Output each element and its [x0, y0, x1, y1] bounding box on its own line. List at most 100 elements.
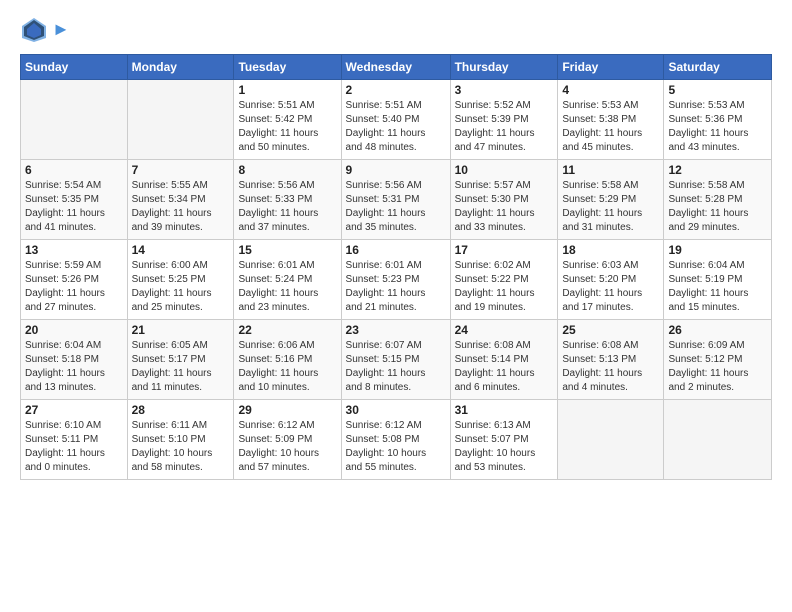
day-header-tuesday: Tuesday [234, 55, 341, 80]
calendar-week-1: 1 Sunrise: 5:51 AM Sunset: 5:42 PM Daylig… [21, 80, 772, 160]
day-detail: Sunrise: 6:08 AM Sunset: 5:13 PM Dayligh… [562, 339, 659, 395]
day-number: 4 [562, 83, 659, 97]
day-number: 20 [25, 323, 123, 337]
calendar-week-2: 6 Sunrise: 5:54 AM Sunset: 5:35 PM Daylig… [21, 160, 772, 240]
day-number: 14 [132, 243, 230, 257]
day-detail: Sunrise: 6:08 AM Sunset: 5:14 PM Dayligh… [455, 339, 554, 395]
calendar-cell: 13 Sunrise: 5:59 AM Sunset: 5:26 PM Dayli… [21, 240, 128, 320]
day-detail: Sunrise: 5:54 AM Sunset: 5:35 PM Dayligh… [25, 179, 123, 235]
day-detail: Sunrise: 6:06 AM Sunset: 5:16 PM Dayligh… [238, 339, 336, 395]
calendar-cell: 25 Sunrise: 6:08 AM Sunset: 5:13 PM Dayli… [558, 320, 664, 400]
calendar-cell: 20Sunrise: 6:04 AM Sunset: 5:18 PM Dayli… [21, 320, 128, 400]
logo-text: ► [52, 20, 70, 40]
day-number: 18 [562, 243, 659, 257]
day-detail: Sunrise: 6:11 AM Sunset: 5:10 PM Dayligh… [132, 419, 230, 475]
day-detail: Sunrise: 5:58 AM Sunset: 5:28 PM Dayligh… [668, 179, 767, 235]
day-number: 24 [455, 323, 554, 337]
calendar-cell: 26Sunrise: 6:09 AM Sunset: 5:12 PM Dayli… [664, 320, 772, 400]
calendar-cell: 8 Sunrise: 5:56 AM Sunset: 5:33 PM Daylig… [234, 160, 341, 240]
day-detail: Sunrise: 6:12 AM Sunset: 5:08 PM Dayligh… [346, 419, 446, 475]
day-number: 2 [346, 83, 446, 97]
day-number: 21 [132, 323, 230, 337]
day-number: 29 [238, 403, 336, 417]
day-number: 16 [346, 243, 446, 257]
calendar-cell: 5 Sunrise: 5:53 AM Sunset: 5:36 PM Daylig… [664, 80, 772, 160]
day-detail: Sunrise: 5:52 AM Sunset: 5:39 PM Dayligh… [455, 99, 554, 155]
calendar-cell [664, 400, 772, 480]
day-number: 8 [238, 163, 336, 177]
calendar-cell [21, 80, 128, 160]
day-number: 27 [25, 403, 123, 417]
calendar-cell: 4 Sunrise: 5:53 AM Sunset: 5:38 PM Daylig… [558, 80, 664, 160]
logo-blue-dot: ► [52, 19, 70, 39]
calendar-cell: 19Sunrise: 6:04 AM Sunset: 5:19 PM Dayli… [664, 240, 772, 320]
day-detail: Sunrise: 5:56 AM Sunset: 5:31 PM Dayligh… [346, 179, 446, 235]
day-number: 9 [346, 163, 446, 177]
day-number: 28 [132, 403, 230, 417]
day-detail: Sunrise: 6:13 AM Sunset: 5:07 PM Dayligh… [455, 419, 554, 475]
calendar: SundayMondayTuesdayWednesdayThursdayFrid… [20, 54, 772, 480]
calendar-cell: 31 Sunrise: 6:13 AM Sunset: 5:07 PM Dayli… [450, 400, 558, 480]
day-header-thursday: Thursday [450, 55, 558, 80]
calendar-cell: 27 Sunrise: 6:10 AM Sunset: 5:11 PM Dayli… [21, 400, 128, 480]
day-number: 11 [562, 163, 659, 177]
calendar-cell: 24 Sunrise: 6:08 AM Sunset: 5:14 PM Dayli… [450, 320, 558, 400]
calendar-cell: 17 Sunrise: 6:02 AM Sunset: 5:22 PM Dayli… [450, 240, 558, 320]
day-detail: Sunrise: 6:07 AM Sunset: 5:15 PM Dayligh… [346, 339, 446, 395]
calendar-week-5: 27 Sunrise: 6:10 AM Sunset: 5:11 PM Dayli… [21, 400, 772, 480]
day-detail: Sunrise: 6:10 AM Sunset: 5:11 PM Dayligh… [25, 419, 123, 475]
day-detail: Sunrise: 5:58 AM Sunset: 5:29 PM Dayligh… [562, 179, 659, 235]
day-detail: Sunrise: 6:02 AM Sunset: 5:22 PM Dayligh… [455, 259, 554, 315]
calendar-cell: 29 Sunrise: 6:12 AM Sunset: 5:09 PM Dayli… [234, 400, 341, 480]
day-detail: Sunrise: 6:05 AM Sunset: 5:17 PM Dayligh… [132, 339, 230, 395]
calendar-cell: 10 Sunrise: 5:57 AM Sunset: 5:30 PM Dayli… [450, 160, 558, 240]
day-number: 22 [238, 323, 336, 337]
calendar-cell: 7Sunrise: 5:55 AM Sunset: 5:34 PM Daylig… [127, 160, 234, 240]
page: ► SundayMondayTuesdayWednesdayThursdayFr… [0, 0, 792, 612]
day-number: 1 [238, 83, 336, 97]
calendar-cell: 11 Sunrise: 5:58 AM Sunset: 5:29 PM Dayli… [558, 160, 664, 240]
calendar-cell: 6 Sunrise: 5:54 AM Sunset: 5:35 PM Daylig… [21, 160, 128, 240]
day-detail: Sunrise: 5:51 AM Sunset: 5:40 PM Dayligh… [346, 99, 446, 155]
day-number: 6 [25, 163, 123, 177]
calendar-body: 1 Sunrise: 5:51 AM Sunset: 5:42 PM Daylig… [21, 80, 772, 480]
day-number: 5 [668, 83, 767, 97]
calendar-cell: 2 Sunrise: 5:51 AM Sunset: 5:40 PM Daylig… [341, 80, 450, 160]
day-number: 15 [238, 243, 336, 257]
day-header-friday: Friday [558, 55, 664, 80]
day-detail: Sunrise: 5:57 AM Sunset: 5:30 PM Dayligh… [455, 179, 554, 235]
day-detail: Sunrise: 5:53 AM Sunset: 5:38 PM Dayligh… [562, 99, 659, 155]
day-detail: Sunrise: 6:00 AM Sunset: 5:25 PM Dayligh… [132, 259, 230, 315]
day-number: 7 [132, 163, 230, 177]
day-number: 31 [455, 403, 554, 417]
calendar-cell: 22 Sunrise: 6:06 AM Sunset: 5:16 PM Dayli… [234, 320, 341, 400]
logo: ► [20, 16, 70, 44]
calendar-cell: 15Sunrise: 6:01 AM Sunset: 5:24 PM Dayli… [234, 240, 341, 320]
day-number: 26 [668, 323, 767, 337]
day-detail: Sunrise: 5:56 AM Sunset: 5:33 PM Dayligh… [238, 179, 336, 235]
calendar-cell: 30Sunrise: 6:12 AM Sunset: 5:08 PM Dayli… [341, 400, 450, 480]
day-header-sunday: Sunday [21, 55, 128, 80]
day-detail: Sunrise: 6:03 AM Sunset: 5:20 PM Dayligh… [562, 259, 659, 315]
day-detail: Sunrise: 6:12 AM Sunset: 5:09 PM Dayligh… [238, 419, 336, 475]
day-number: 17 [455, 243, 554, 257]
calendar-cell: 21 Sunrise: 6:05 AM Sunset: 5:17 PM Dayli… [127, 320, 234, 400]
day-detail: Sunrise: 6:04 AM Sunset: 5:19 PM Dayligh… [668, 259, 767, 315]
day-number: 25 [562, 323, 659, 337]
calendar-cell: 12 Sunrise: 5:58 AM Sunset: 5:28 PM Dayli… [664, 160, 772, 240]
day-detail: Sunrise: 5:53 AM Sunset: 5:36 PM Dayligh… [668, 99, 767, 155]
header: ► [20, 16, 772, 44]
day-number: 3 [455, 83, 554, 97]
day-detail: Sunrise: 6:01 AM Sunset: 5:23 PM Dayligh… [346, 259, 446, 315]
calendar-cell: 16 Sunrise: 6:01 AM Sunset: 5:23 PM Dayli… [341, 240, 450, 320]
calendar-cell [558, 400, 664, 480]
day-detail: Sunrise: 5:51 AM Sunset: 5:42 PM Dayligh… [238, 99, 336, 155]
day-number: 10 [455, 163, 554, 177]
day-number: 13 [25, 243, 123, 257]
day-detail: Sunrise: 5:59 AM Sunset: 5:26 PM Dayligh… [25, 259, 123, 315]
logo-icon [20, 16, 48, 44]
calendar-cell: 23Sunrise: 6:07 AM Sunset: 5:15 PM Dayli… [341, 320, 450, 400]
day-header-wednesday: Wednesday [341, 55, 450, 80]
calendar-cell: 28 Sunrise: 6:11 AM Sunset: 5:10 PM Dayli… [127, 400, 234, 480]
day-number: 12 [668, 163, 767, 177]
